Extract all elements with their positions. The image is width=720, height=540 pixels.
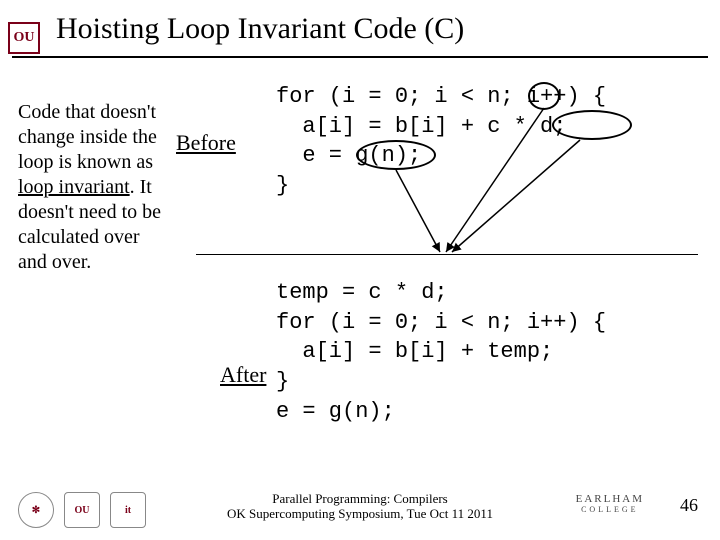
footer: ✻ OU it Parallel Programming: Compilers … <box>0 480 720 530</box>
explanation-paragraph: Code that doesn't change inside the loop… <box>18 100 168 275</box>
earlham-text: EARLHAM <box>576 493 644 505</box>
circle-annotation-g-n <box>356 140 436 170</box>
page-title: Hoisting Loop Invariant Code (C) <box>56 12 464 46</box>
before-label: Before <box>176 130 236 156</box>
earlham-logo: EARLHAM COLLEGE <box>576 493 644 514</box>
earlham-subtext: COLLEGE <box>576 505 644 514</box>
title-underline <box>12 56 708 58</box>
divider <box>196 254 698 255</box>
ou-logo: OU <box>8 22 40 54</box>
term-loop-invariant: loop invariant <box>18 176 130 198</box>
circle-annotation-c-d <box>552 110 632 140</box>
page-number: 46 <box>680 495 698 516</box>
code-after: temp = c * d; for (i = 0; i < n; i++) { … <box>276 278 606 426</box>
footer-line-2: OK Supercomputing Symposium, Tue Oct 11 … <box>227 506 493 521</box>
paragraph-pre: Code that doesn't change inside the loop… <box>18 101 157 173</box>
after-label: After <box>220 362 266 388</box>
footer-line-1: Parallel Programming: Compilers <box>272 491 447 506</box>
slide: OU Hoisting Loop Invariant Code (C) Code… <box>0 0 720 540</box>
circle-annotation-n <box>528 82 560 110</box>
